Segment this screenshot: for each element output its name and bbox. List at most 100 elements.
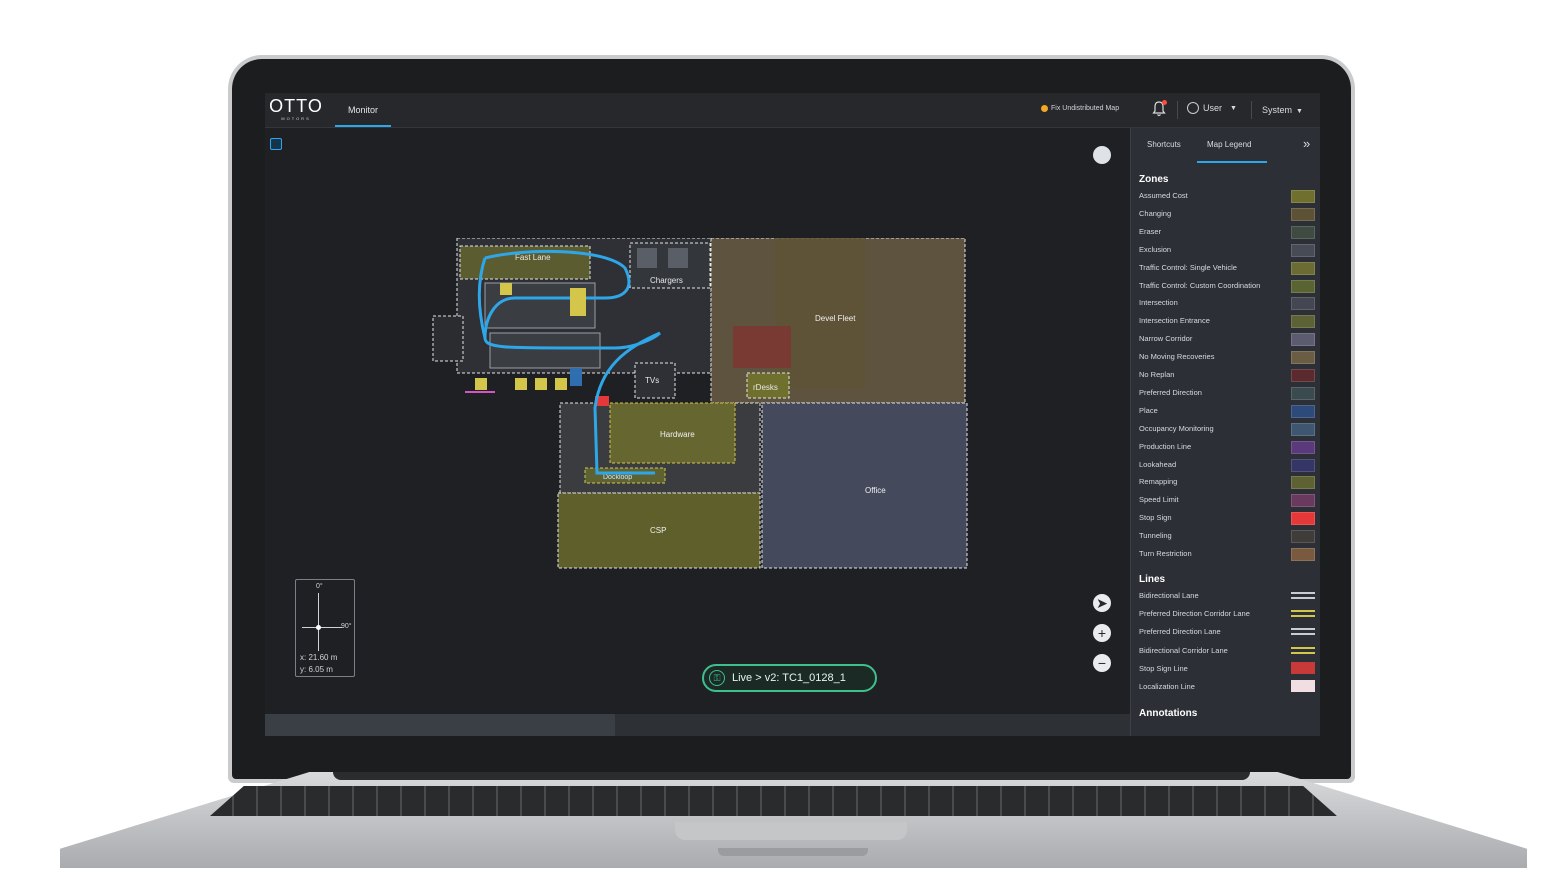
legend-line-swatch bbox=[1291, 680, 1315, 692]
legend-line-swatch bbox=[1291, 661, 1315, 674]
legend-swatch bbox=[1291, 548, 1315, 561]
user-menu[interactable]: User ▼ bbox=[1187, 102, 1237, 114]
legend-zone-label: Place bbox=[1139, 405, 1158, 415]
legend-zone-label: Production Line bbox=[1139, 441, 1192, 451]
top-bar: OTTO MOTORS Monitor Fix Undistributed Ma… bbox=[265, 93, 1320, 128]
system-menu[interactable]: System ▼ bbox=[1262, 105, 1303, 115]
legend-swatch bbox=[1291, 279, 1315, 293]
map-canvas[interactable]: Fast Lane Chargers Devel Fleet rDesks TV… bbox=[265, 128, 1130, 714]
robot-icon bbox=[570, 288, 586, 316]
legend-zone-label: Speed Limit bbox=[1139, 495, 1179, 505]
layers-icon[interactable] bbox=[1093, 146, 1111, 164]
laptop-trackpad bbox=[675, 822, 907, 840]
zone-area bbox=[489, 332, 601, 369]
zone-label: rDesks bbox=[753, 383, 778, 392]
legend-zone-item: Changing bbox=[1139, 206, 1315, 224]
otto-logo[interactable]: OTTO MOTORS bbox=[269, 96, 323, 122]
legend-zone-label: Tunneling bbox=[1139, 531, 1172, 541]
legend-zone-item: Assumed Cost bbox=[1139, 188, 1315, 206]
legend-zone-label: Exclusion bbox=[1139, 244, 1172, 254]
legend-zone-label: Intersection bbox=[1139, 298, 1178, 308]
divider bbox=[1177, 101, 1178, 119]
legend-swatch bbox=[1291, 440, 1315, 454]
legend-line-item: Bidirectional Lane bbox=[1139, 588, 1315, 606]
legend-swatch bbox=[1291, 530, 1315, 544]
legend-zone-item: No Moving Recoveries bbox=[1139, 349, 1315, 367]
legend-swatch bbox=[1291, 243, 1315, 257]
annotations-heading: Annotations bbox=[1139, 708, 1198, 716]
legend-zone-item: Narrow Corridor bbox=[1139, 331, 1315, 349]
legend-line-swatch bbox=[1291, 644, 1315, 659]
legend-swatch bbox=[1291, 476, 1315, 490]
legend-line-swatch bbox=[1291, 625, 1315, 640]
robot-marker bbox=[465, 391, 495, 393]
warning-dot-icon bbox=[1041, 105, 1048, 112]
legend-zone-item: Production Line bbox=[1139, 439, 1315, 457]
lines-heading: Lines bbox=[1139, 574, 1166, 585]
legend-zone-item: Intersection bbox=[1139, 295, 1315, 313]
tab-monitor[interactable]: Monitor bbox=[335, 93, 391, 127]
legend-swatch bbox=[1291, 404, 1315, 418]
legend-zone-label: Changing bbox=[1139, 208, 1172, 218]
chevron-down-icon: ▼ bbox=[1230, 104, 1237, 112]
legend-swatch bbox=[1291, 207, 1315, 221]
legend-swatch bbox=[1291, 261, 1315, 275]
collapse-panel-icon[interactable]: » bbox=[1303, 136, 1310, 151]
robot-icon bbox=[515, 378, 527, 390]
zone-label: Office bbox=[865, 486, 886, 495]
map-toggle-icon[interactable] bbox=[270, 138, 282, 150]
map-version-pill[interactable]: ⚿ Live > v2: TC1_0128_1 bbox=[702, 664, 877, 692]
logo-subtext: MOTORS bbox=[281, 116, 311, 121]
legend-zone-label: Stop Sign bbox=[1139, 513, 1172, 523]
fix-map-alert[interactable]: Fix Undistributed Map bbox=[1041, 105, 1119, 112]
legend-zone-item: Tunneling bbox=[1139, 528, 1315, 546]
laptop-keyboard bbox=[210, 786, 1337, 816]
tab-map-legend[interactable]: Map Legend bbox=[1207, 140, 1251, 149]
fix-map-label: Fix Undistributed Map bbox=[1051, 105, 1120, 112]
zoom-out-button[interactable]: − bbox=[1093, 654, 1111, 672]
zone-label: Dockloop bbox=[603, 474, 632, 481]
legend-line-swatch bbox=[1291, 589, 1315, 604]
legend-zone-label: Eraser bbox=[1139, 226, 1162, 236]
laptop-hinge bbox=[333, 772, 1250, 780]
coordinate-y: y: 6.05 m bbox=[300, 665, 333, 674]
panel-tabs: Shortcuts Map Legend » bbox=[1131, 128, 1320, 163]
legend-zone-item: Lookahead bbox=[1139, 457, 1315, 475]
compass-north-label: 0° bbox=[316, 583, 323, 590]
zoom-in-button[interactable]: + bbox=[1093, 624, 1111, 642]
lock-icon: ⚿ bbox=[709, 670, 725, 686]
logo-text: OTTO bbox=[269, 96, 323, 116]
compass-widget: 0° 90° x: 21.60 m y: 6.05 m bbox=[295, 579, 355, 677]
zone-label: Hardware bbox=[660, 430, 695, 439]
legend-swatch bbox=[1291, 225, 1315, 239]
legend-zone-label: Remapping bbox=[1139, 477, 1178, 487]
bottom-bar-segment[interactable] bbox=[265, 714, 615, 736]
legend-line-item: Preferred Direction Corridor Lane bbox=[1139, 606, 1315, 624]
charger-icon bbox=[668, 248, 688, 268]
legend-swatch bbox=[1291, 494, 1315, 508]
tab-shortcuts[interactable]: Shortcuts bbox=[1147, 140, 1181, 149]
legend-swatch bbox=[1291, 512, 1315, 526]
robot-icon bbox=[570, 368, 582, 386]
legend-line-swatch bbox=[1291, 607, 1315, 622]
legend-zone-item: Traffic Control: Single Vehicle bbox=[1139, 260, 1315, 278]
legend-line-label: Preferred Direction Lane bbox=[1139, 627, 1221, 637]
facility-map[interactable]: Fast Lane Chargers Devel Fleet rDesks TV… bbox=[425, 238, 975, 578]
locate-icon[interactable]: ➤ bbox=[1093, 594, 1111, 612]
robot-icon bbox=[475, 378, 487, 390]
robot-icon bbox=[500, 283, 512, 295]
legend-zone-item: Intersection Entrance bbox=[1139, 313, 1315, 331]
legend-zone-item: Exclusion bbox=[1139, 242, 1315, 260]
compass-axis bbox=[302, 627, 342, 628]
legend-zone-label: Preferred Direction bbox=[1139, 387, 1202, 397]
zones-heading: Zones bbox=[1139, 174, 1169, 185]
legend-swatch bbox=[1291, 386, 1315, 400]
legend-zone-item: Place bbox=[1139, 403, 1315, 421]
charger-icon bbox=[637, 248, 657, 268]
zone-area bbox=[432, 315, 464, 362]
zone-label: Fast Lane bbox=[515, 253, 551, 262]
legend-line-item: Localization Line bbox=[1139, 679, 1315, 697]
legend-zone-item: Occupancy Monitoring bbox=[1139, 421, 1315, 439]
legend-zone-label: Traffic Control: Single Vehicle bbox=[1139, 262, 1237, 272]
legend-zone-label: No Replan bbox=[1139, 370, 1175, 379]
